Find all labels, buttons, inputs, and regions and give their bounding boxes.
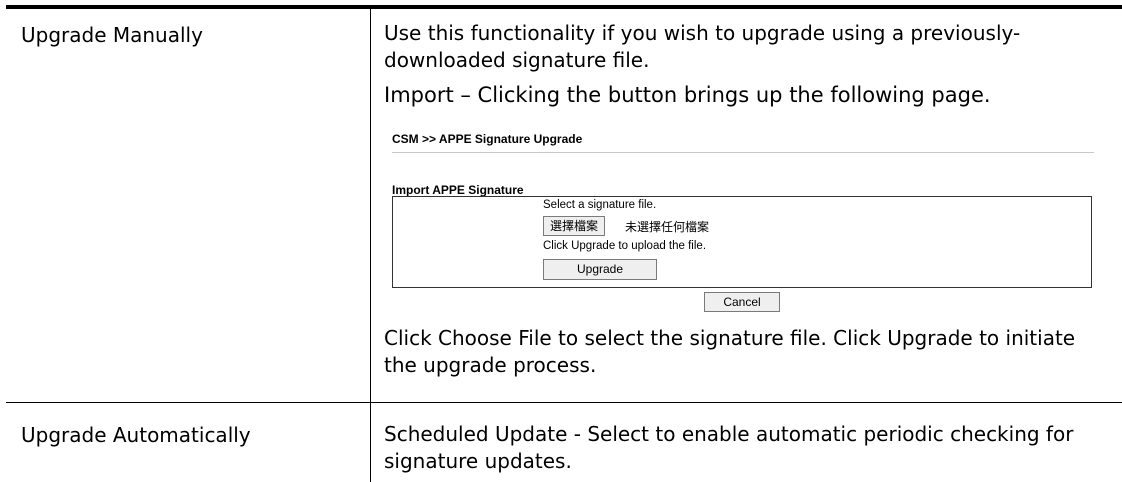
row-description-import: Import – Clicking the button brings up t… [384, 82, 1114, 109]
term-scheduled-update: Scheduled Update [384, 422, 568, 446]
breadcrumb: CSM >> APPE Signature Upgrade [392, 132, 583, 146]
divider [392, 152, 1094, 153]
cancel-button[interactable]: Cancel [704, 292, 780, 312]
row-label-upgrade-manually: Upgrade Manually [21, 23, 203, 47]
row-label-upgrade-automatically: Upgrade Automatically [21, 423, 251, 447]
row-description-outro: Click Choose File to select the signatur… [384, 325, 1114, 379]
embedded-screenshot: CSM >> APPE Signature Upgrade Import APP… [392, 132, 1096, 312]
row-divider [6, 402, 1122, 403]
upgrade-button[interactable]: Upgrade [543, 259, 657, 280]
no-file-text: 未選擇任何檔案 [625, 220, 710, 234]
term-upgrade: Upgrade [887, 326, 973, 350]
select-prompt: Select a signature file. [543, 199, 657, 211]
row-description-intro: Use this functionality if you wish to up… [384, 21, 1021, 72]
import-description: – Clicking the button brings up the foll… [453, 83, 991, 107]
import-panel: Select a signature file. 選擇檔案 未選擇任何檔案 Cl… [392, 196, 1092, 288]
column-divider [370, 9, 371, 482]
section-title: Import APPE Signature [392, 183, 524, 197]
outro-text-2: to select the signature file. Click [551, 326, 888, 350]
upload-hint: Click Upgrade to upload the file. [543, 240, 707, 252]
term-import: Import [384, 83, 454, 107]
choose-file-button[interactable]: 選擇檔案 [543, 216, 606, 236]
table-top-border [6, 5, 1122, 9]
term-choose-file: Choose File [438, 326, 552, 350]
outro-text-1: Click [384, 326, 439, 350]
row-description-scheduled: Scheduled Update - Select to enable auto… [384, 421, 1114, 475]
